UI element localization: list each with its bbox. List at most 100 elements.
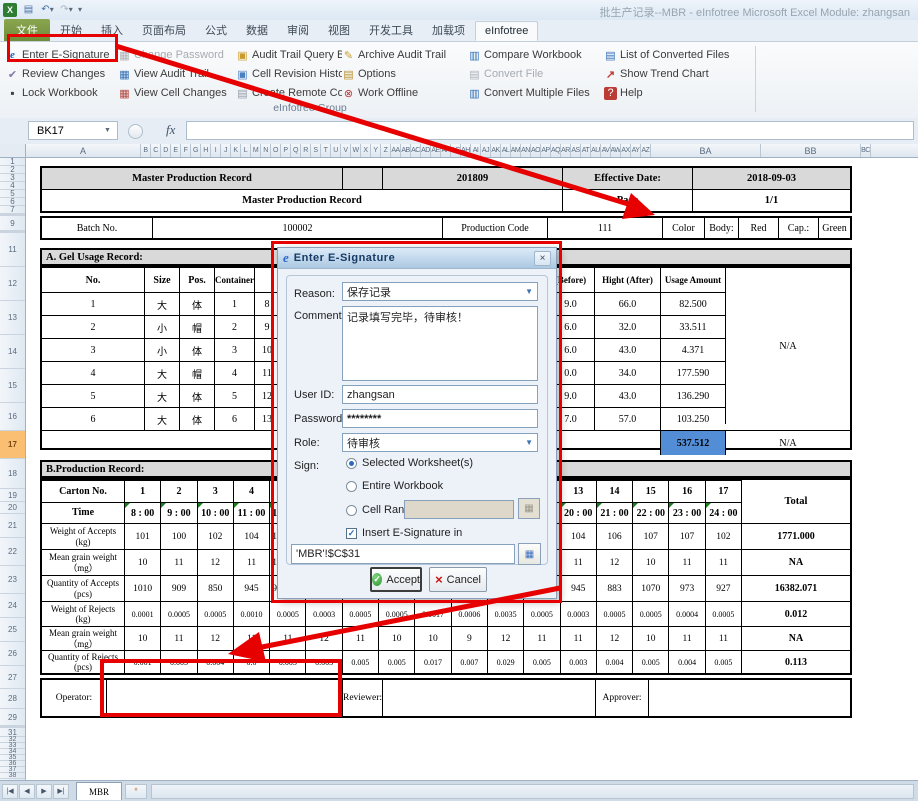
column-header[interactable]: AP	[541, 144, 551, 157]
help-button[interactable]: ? Help	[604, 84, 729, 102]
column-header[interactable]: BC	[861, 144, 871, 157]
options-button[interactable]: ▤ Options	[342, 65, 468, 83]
name-box-dropdown-icon[interactable]: ▼	[104, 127, 111, 134]
row-header[interactable]: 15	[0, 369, 25, 403]
radio-entire-workbook[interactable]: Entire Workbook	[346, 480, 443, 492]
dialog-title-bar[interactable]: e Enter E-Signature ×	[278, 248, 556, 269]
column-header[interactable]: Z	[381, 144, 391, 157]
column-header[interactable]: BA	[651, 144, 761, 157]
column-header[interactable]: A	[26, 144, 141, 157]
row-header[interactable]: 28	[0, 689, 25, 709]
row-header[interactable]: 13	[0, 301, 25, 335]
column-header[interactable]: H	[201, 144, 211, 157]
password-input[interactable]: ********	[342, 409, 538, 428]
column-header[interactable]: W	[351, 144, 361, 157]
change-password-button[interactable]: ▦ Change Password	[118, 46, 236, 64]
reviewer-signature-cell[interactable]	[382, 680, 595, 716]
column-header[interactable]: O	[271, 144, 281, 157]
column-header[interactable]: S	[311, 144, 321, 157]
row-header[interactable]: 12	[0, 267, 25, 301]
row-header[interactable]: 21	[0, 514, 25, 538]
row-header[interactable]: 9	[0, 216, 25, 231]
column-header[interactable]: AW	[611, 144, 621, 157]
column-header[interactable]: AT	[581, 144, 591, 157]
column-header[interactable]: AL	[501, 144, 511, 157]
archive-audit-trail-button[interactable]: ✎ Archive Audit Trail	[342, 46, 468, 64]
tab-page-layout[interactable]: 页面布局	[133, 19, 195, 41]
row-header[interactable]: 23	[0, 566, 25, 594]
column-header[interactable]: AN	[521, 144, 531, 157]
tab-scroll-prev-button[interactable]: ◀	[19, 784, 35, 799]
row-header[interactable]: 19	[0, 489, 25, 502]
tab-home[interactable]: 开始	[51, 19, 91, 41]
insert-esignature-checkbox[interactable]: ✓ Insert E-Signature in	[346, 527, 462, 539]
cancel-button[interactable]: × Cancel	[429, 567, 487, 592]
column-header[interactable]: AB	[401, 144, 411, 157]
select-all-corner[interactable]	[0, 144, 26, 158]
column-header[interactable]: K	[231, 144, 241, 157]
column-header[interactable]: AH	[461, 144, 471, 157]
column-header[interactable]: AF	[441, 144, 451, 157]
tab-scroll-first-button[interactable]: |◀	[2, 784, 18, 799]
cell-revision-history-button[interactable]: ▣ Cell Revision History	[236, 65, 342, 83]
column-header[interactable]: M	[251, 144, 261, 157]
column-header[interactable]: AZ	[641, 144, 651, 157]
row-header[interactable]: 7	[0, 206, 25, 214]
column-header[interactable]: AR	[561, 144, 571, 157]
formula-input[interactable]	[186, 121, 914, 140]
column-header[interactable]: T	[321, 144, 331, 157]
userid-input[interactable]: zhangsan	[342, 385, 538, 404]
column-header[interactable]: F	[181, 144, 191, 157]
row-header[interactable]: 24	[0, 594, 25, 618]
column-header[interactable]: U	[331, 144, 341, 157]
audit-trail-query-builder-button[interactable]: ▣ Audit Trail Query Builder	[236, 46, 342, 64]
tab-file[interactable]: 文件	[4, 19, 50, 41]
create-remote-copy-button[interactable]: ▤ Create Remote Copy	[236, 84, 342, 102]
column-header[interactable]: V	[341, 144, 351, 157]
column-header[interactable]: AM	[511, 144, 521, 157]
fx-icon[interactable]: fx	[166, 122, 175, 138]
accept-button[interactable]: ✓ Accept	[370, 567, 422, 592]
add-sheet-button[interactable]: *	[125, 784, 147, 799]
column-header[interactable]: Y	[371, 144, 381, 157]
approver-signature-cell[interactable]	[648, 680, 850, 716]
role-select[interactable]: 待审核 ▼	[342, 433, 538, 452]
column-header[interactable]: AA	[391, 144, 401, 157]
column-header[interactable]: P	[281, 144, 291, 157]
row-header[interactable]: 11	[0, 233, 25, 267]
column-header[interactable]: L	[241, 144, 251, 157]
tab-scroll-next-button[interactable]: ▶	[36, 784, 52, 799]
column-header[interactable]: AJ	[481, 144, 491, 157]
column-header[interactable]: R	[301, 144, 311, 157]
tab-data[interactable]: 数据	[237, 19, 277, 41]
row-header[interactable]: 22	[0, 538, 25, 566]
tab-developer[interactable]: 开发工具	[360, 19, 422, 41]
column-header[interactable]: AX	[621, 144, 631, 157]
chevron-down-icon[interactable]: ▼	[525, 287, 533, 296]
column-header[interactable]: X	[361, 144, 371, 157]
column-header[interactable]: AG	[451, 144, 461, 157]
qat-customize-icon[interactable]: ▾	[78, 5, 82, 14]
list-of-converted-files-button[interactable]: ▤ List of Converted Files	[604, 46, 729, 64]
row-header[interactable]: 26	[0, 642, 25, 666]
sheet-tab-mbr[interactable]: MBR	[76, 782, 122, 800]
review-changes-button[interactable]: ✔ Review Changes	[6, 65, 118, 83]
tab-scroll-last-button[interactable]: ▶|	[53, 784, 69, 799]
column-header[interactable]: G	[191, 144, 201, 157]
cell-ref-input[interactable]: 'MBR'!$C$31	[291, 544, 515, 564]
tab-review[interactable]: 审阅	[278, 19, 318, 41]
column-header[interactable]: AO	[531, 144, 541, 157]
view-cell-changes-button[interactable]: ▦ View Cell Changes	[118, 84, 236, 102]
tab-addins[interactable]: 加载项	[423, 19, 474, 41]
close-icon[interactable]: ×	[534, 251, 551, 266]
view-audit-trail-button[interactable]: ▦ View Audit Trail	[118, 65, 236, 83]
tab-insert[interactable]: 插入	[92, 19, 132, 41]
row-header[interactable]: 27	[0, 666, 25, 689]
column-header[interactable]: AD	[421, 144, 431, 157]
column-header[interactable]: AI	[471, 144, 481, 157]
save-icon[interactable]: ▤	[21, 2, 36, 17]
undo-icon[interactable]: ↶▾	[40, 2, 55, 17]
column-header[interactable]: BB	[761, 144, 861, 157]
radio-selected-worksheets[interactable]: Selected Worksheet(s)	[346, 457, 473, 469]
row-header[interactable]: 20	[0, 502, 25, 514]
